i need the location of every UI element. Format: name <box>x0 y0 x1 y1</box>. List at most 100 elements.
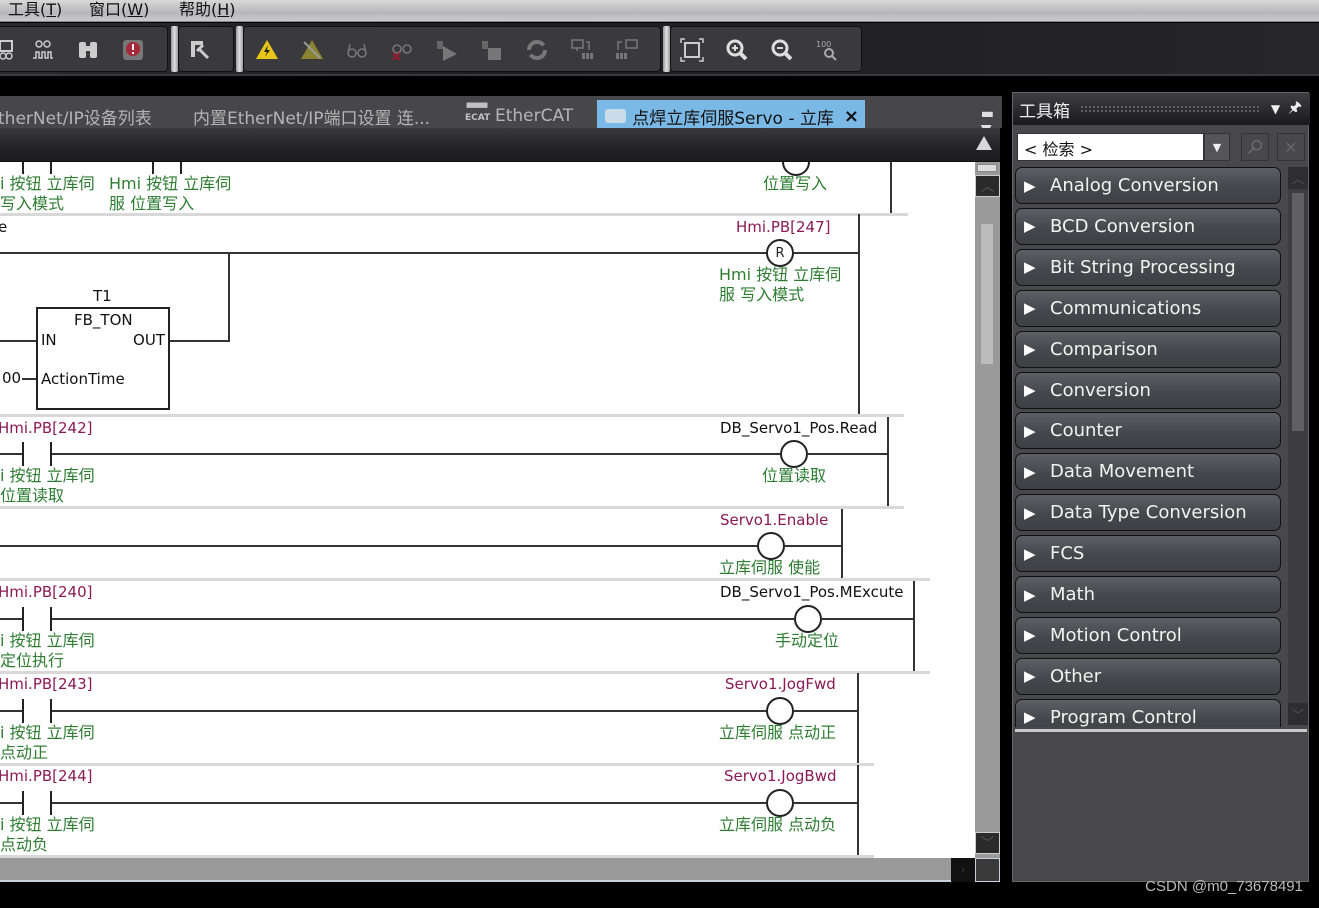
scroll-down-button[interactable]: ﹀ <box>975 832 1000 854</box>
transfer-to-controller-icon[interactable] <box>567 35 597 65</box>
coil[interactable] <box>766 789 794 817</box>
expand-arrow-icon: ▶ <box>1024 176 1036 195</box>
menu-help[interactable]: 帮助(H) <box>179 0 236 20</box>
coil[interactable] <box>766 697 794 725</box>
scroll-up-button[interactable]: ︿ <box>1288 167 1308 189</box>
fb-param-wire <box>22 378 36 380</box>
coil[interactable] <box>794 605 822 633</box>
contact[interactable] <box>22 162 52 174</box>
online-warning-icon[interactable] <box>252 35 282 65</box>
error-note-icon[interactable] <box>118 35 148 65</box>
contact[interactable] <box>22 442 52 466</box>
toolbox-titlebar: 工具箱 ▼ 🖈 <box>1013 93 1310 125</box>
toolbox-category-item[interactable]: ▶ FCS <box>1015 535 1281 573</box>
toolbox-search-input[interactable]: < 检索 > <box>1017 133 1204 161</box>
function-block-fb-ton[interactable]: FB_TON IN OUT ActionTime <box>36 307 170 410</box>
synchronize-icon[interactable] <box>522 35 552 65</box>
rung-wire <box>0 545 757 547</box>
toolbar-grip[interactable] <box>171 26 178 72</box>
reset-coil[interactable]: R <box>766 239 794 267</box>
fb-param-value[interactable]: 00 <box>2 369 21 387</box>
drag-grip[interactable] <box>1080 105 1261 113</box>
waveform-glasses-icon[interactable] <box>28 35 58 65</box>
glasses-delete-icon[interactable] <box>387 35 417 65</box>
toolbox-category-item[interactable]: ▶ Comparison <box>1015 330 1281 368</box>
search-dropdown-button[interactable]: ▼ <box>1204 133 1230 161</box>
ladder-editor[interactable]: i 按钮 立库伺 写入模式 Hmi 按钮 立库伺服 位置写入 位置写入 e Hmi… <box>0 162 975 858</box>
menu-window[interactable]: 窗口(W) <box>89 0 149 20</box>
expand-arrow-icon: ▶ <box>1024 299 1036 318</box>
scroll-thumb[interactable] <box>981 224 993 364</box>
toolbox-category-item[interactable]: ▶ Communications <box>1015 289 1281 327</box>
editor-horizontal-scrollbar[interactable]: › <box>0 858 975 882</box>
collapse-up-icon[interactable] <box>976 136 992 150</box>
coil[interactable] <box>780 440 808 468</box>
toolbox-category-item[interactable]: ▶ Program Control <box>1015 698 1281 727</box>
toolbox-category-label: Other <box>1050 665 1102 687</box>
close-tab-icon[interactable]: × <box>844 106 859 127</box>
zoom-in-icon[interactable] <box>722 35 752 65</box>
fb-type-name: FB_TON <box>74 311 133 329</box>
rung-left-label: e <box>0 218 8 236</box>
toolbox-category-item[interactable]: ▶ Math <box>1015 576 1281 613</box>
scroll-up-button[interactable]: ︿ <box>975 175 1000 197</box>
rung-wire <box>0 710 766 712</box>
coil[interactable] <box>757 532 785 560</box>
expand-arrow-icon: ▶ <box>1024 667 1036 686</box>
glasses-icon[interactable] <box>342 35 372 65</box>
expand-arrow-icon: ▶ <box>1024 421 1036 440</box>
scrollbar-corner <box>975 858 1000 882</box>
toolbox-category-item[interactable]: ▶ Counter <box>1015 412 1281 450</box>
toolbox-panel: 工具箱 ▼ 🖈 < 检索 > ▼ ✕ ▶ Analog Conversion ▶ BC… <box>1012 92 1310 882</box>
toolbox-category-item[interactable]: ▶ Data Movement <box>1015 453 1281 491</box>
right-power-rail <box>857 673 859 763</box>
pin-icon[interactable]: 🖈 <box>1288 97 1302 122</box>
toolbar-group-build <box>178 26 234 72</box>
toolbar-grip[interactable] <box>236 26 243 72</box>
watch-table-icon[interactable] <box>0 35 25 65</box>
zoom-out-icon[interactable] <box>767 35 797 65</box>
contact[interactable] <box>152 162 182 174</box>
menu-tools[interactable]: 工具(T) <box>8 0 62 20</box>
offline-warning-icon[interactable] <box>297 35 327 65</box>
scroll-thumb[interactable] <box>1292 193 1304 431</box>
toolbox-category-item[interactable]: ▶ Data Type Conversion <box>1015 494 1281 532</box>
clear-search-button[interactable]: ✕ <box>1277 133 1305 161</box>
coil-variable: Servo1.JogFwd <box>725 675 836 693</box>
stop-program-icon[interactable] <box>477 35 507 65</box>
search-icon <box>1248 139 1263 154</box>
toolbox-category-item[interactable]: ▶ Bit String Processing <box>1015 248 1281 286</box>
contact-comment: i 按钮 立库伺 定位执行 <box>0 631 95 670</box>
contact[interactable] <box>22 607 52 631</box>
menu-tools-key: T <box>46 0 57 19</box>
expand-arrow-icon: ▶ <box>1024 585 1036 604</box>
search-button[interactable] <box>1241 133 1269 161</box>
scroll-right-button[interactable]: › <box>951 858 975 882</box>
toolbar-group-online <box>243 26 661 72</box>
panel-menu-dropdown-icon[interactable]: ▼ <box>1271 102 1280 116</box>
contact[interactable] <box>22 791 52 815</box>
toolbox-category-item[interactable]: ▶ Conversion <box>1015 371 1281 409</box>
toolbox-category-item[interactable]: ▶ Motion Control <box>1015 616 1281 654</box>
toolbox-category-label: Communications <box>1050 297 1202 319</box>
right-power-rail <box>858 214 860 414</box>
toolbox-category-item[interactable]: ▶ Other <box>1015 657 1281 695</box>
toolbox-category-item[interactable]: ▶ BCD Conversion <box>1015 207 1281 245</box>
transfer-from-controller-icon[interactable] <box>612 35 642 65</box>
contact[interactable] <box>22 699 52 723</box>
toolbox-scrollbar[interactable]: ︿ ﹀ <box>1288 167 1308 725</box>
build-hammer-icon[interactable] <box>185 35 215 65</box>
run-program-icon[interactable] <box>432 35 462 65</box>
zoom-100-icon[interactable]: 100 <box>812 35 842 65</box>
binoculars-icon[interactable] <box>73 35 103 65</box>
rung-wire <box>785 545 842 547</box>
scroll-down-button[interactable]: ﹀ <box>1288 703 1308 725</box>
editor-vertical-scrollbar[interactable]: ︿ ﹀ <box>975 162 1000 858</box>
toolbar-grip[interactable] <box>663 26 670 72</box>
toolbox-category-item[interactable]: ▶ Analog Conversion <box>1015 167 1281 204</box>
rung-wire <box>794 710 858 712</box>
search-input-value: < 检索 > <box>1024 140 1093 159</box>
fb-output-pin: OUT <box>133 331 165 349</box>
split-handle[interactable] <box>977 164 997 172</box>
fit-to-window-icon[interactable] <box>677 35 707 65</box>
